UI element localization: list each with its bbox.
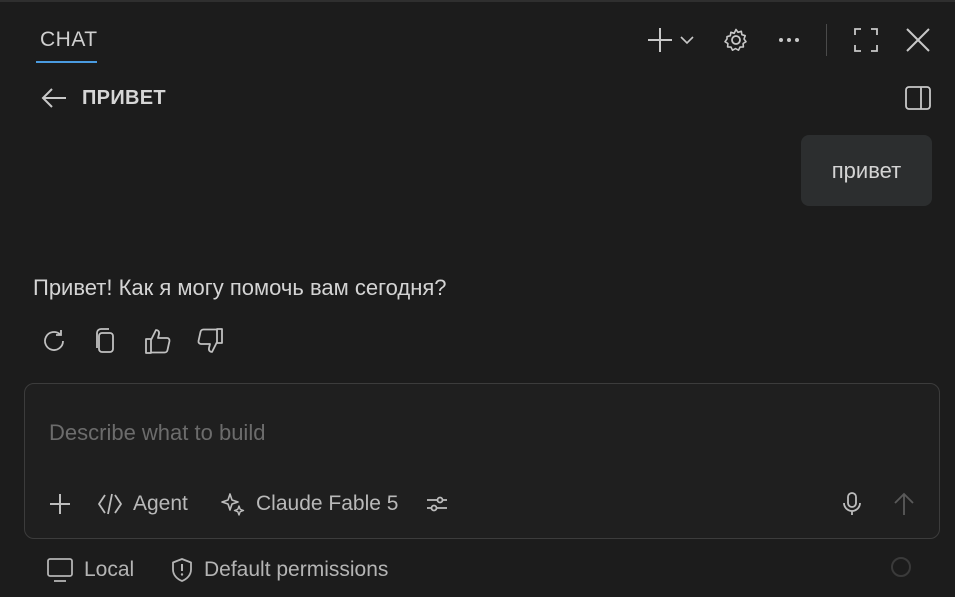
close-icon — [905, 27, 931, 53]
tab-chat[interactable]: CHAT — [40, 28, 98, 52]
permissions-label: Default permissions — [204, 558, 389, 581]
mode-selector[interactable]: Agent — [97, 488, 188, 520]
sparkle-icon — [220, 491, 246, 517]
back-button[interactable] — [38, 84, 70, 112]
more-actions-button[interactable] — [772, 24, 806, 56]
thumbs-up-button[interactable] — [141, 324, 175, 358]
plus-icon — [48, 492, 72, 516]
status-indicator — [891, 557, 911, 577]
arrow-left-icon — [40, 87, 68, 109]
location-label: Local — [84, 558, 135, 581]
header-divider — [826, 24, 827, 56]
shield-icon — [170, 557, 194, 583]
mode-label: Agent — [133, 492, 188, 515]
tools-config-button[interactable] — [423, 488, 451, 520]
maximize-icon — [853, 27, 879, 53]
refresh-icon — [40, 327, 68, 355]
sliders-icon — [425, 492, 449, 516]
maximize-button[interactable] — [849, 24, 883, 56]
monitor-icon — [46, 557, 74, 583]
thumbs-down-button[interactable] — [193, 324, 227, 358]
new-chat-button[interactable] — [640, 24, 700, 56]
conversation-title: ПРИВЕТ — [82, 87, 166, 109]
add-context-button[interactable] — [45, 488, 75, 520]
arrow-up-icon — [893, 491, 915, 517]
settings-button[interactable] — [719, 24, 753, 56]
assistant-message: Привет! Как я могу помочь вам сегодня? — [33, 275, 447, 300]
prompt-input[interactable] — [47, 412, 911, 454]
agent-icon — [97, 491, 123, 517]
tab-active-indicator — [36, 61, 97, 63]
location-selector[interactable]: Local — [46, 554, 134, 586]
gear-icon — [722, 26, 750, 54]
chat-input-box: Agent Claude Fable 5 — [24, 383, 940, 539]
thumbs-up-icon — [143, 326, 173, 356]
chevron-down-icon — [679, 32, 695, 48]
thumbs-down-icon — [195, 326, 225, 356]
split-panel-icon — [904, 85, 932, 111]
retry-button[interactable] — [37, 324, 71, 358]
toggle-panel-button[interactable] — [902, 83, 934, 113]
send-button[interactable] — [891, 488, 917, 520]
close-button[interactable] — [901, 24, 935, 56]
chat-panel: CHAT ПРИВЕТ привет Привет! Как я могу по… — [0, 0, 955, 597]
voice-input-button[interactable] — [839, 488, 865, 520]
permissions-selector[interactable]: Default permissions — [170, 554, 388, 586]
user-message: привет — [801, 135, 932, 206]
copy-button[interactable] — [88, 324, 122, 358]
copy-icon — [91, 327, 119, 355]
plus-icon — [645, 25, 675, 55]
microphone-icon — [841, 491, 863, 517]
more-icon — [777, 36, 801, 44]
model-label: Claude Fable 5 — [256, 492, 399, 515]
model-selector[interactable]: Claude Fable 5 — [220, 488, 398, 520]
